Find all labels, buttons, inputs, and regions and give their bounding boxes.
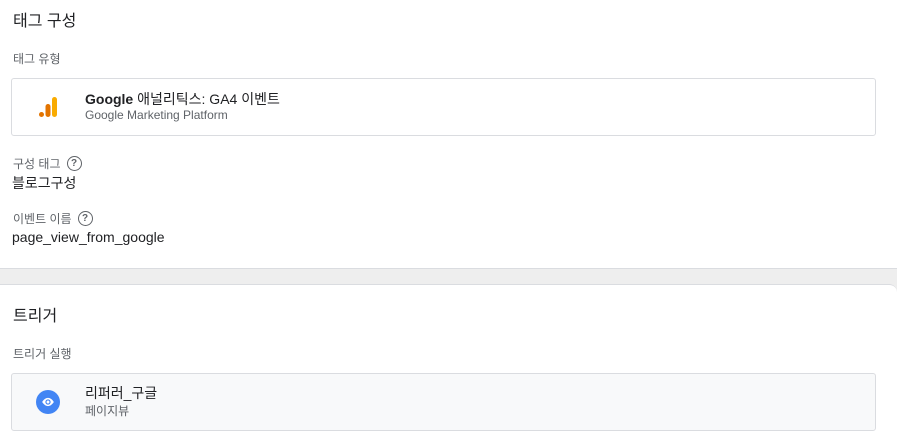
- config-tag-value: 블로그구성: [12, 175, 77, 191]
- tag-configuration-title: 태그 구성: [13, 13, 77, 30]
- trigger-name: 리퍼러_구글: [85, 385, 158, 401]
- tag-type-label: 태그 유형: [13, 52, 61, 66]
- triggering-title: 트리거: [13, 308, 58, 325]
- help-icon[interactable]: ?: [77, 211, 93, 226]
- event-name-label: 이벤트 이름 ?: [13, 210, 93, 227]
- firing-triggers-label: 트리거 실행: [13, 347, 72, 361]
- tag-configuration-card[interactable]: 태그 구성 태그 유형 Google 애널리틱스: GA4 이벤트 Google…: [0, 0, 897, 269]
- help-icon[interactable]: ?: [66, 156, 82, 171]
- tag-type-name-rest: 애널리틱스: GA4 이벤트: [133, 91, 280, 107]
- trigger-item[interactable]: 리퍼러_구글 페이지뷰: [11, 373, 876, 431]
- trigger-type: 페이지뷰: [85, 404, 130, 418]
- triggering-card[interactable]: 트리거 트리거 실행 리퍼러_구글 페이지뷰: [0, 284, 897, 442]
- config-tag-label-text: 구성 태그: [13, 157, 61, 171]
- tag-type-platform: Google Marketing Platform: [85, 108, 228, 122]
- tag-type-box[interactable]: Google 애널리틱스: GA4 이벤트 Google Marketing P…: [11, 78, 876, 136]
- event-name-label-text: 이벤트 이름: [13, 212, 72, 226]
- google-analytics-icon: [39, 97, 57, 117]
- eye-icon: [36, 390, 60, 414]
- config-tag-label: 구성 태그 ?: [13, 155, 82, 172]
- eye-glyph: [42, 397, 54, 407]
- event-name-value: page_view_from_google: [12, 229, 165, 245]
- tag-type-name: Google 애널리틱스: GA4 이벤트: [85, 89, 280, 109]
- tag-type-name-brand: Google: [85, 91, 134, 107]
